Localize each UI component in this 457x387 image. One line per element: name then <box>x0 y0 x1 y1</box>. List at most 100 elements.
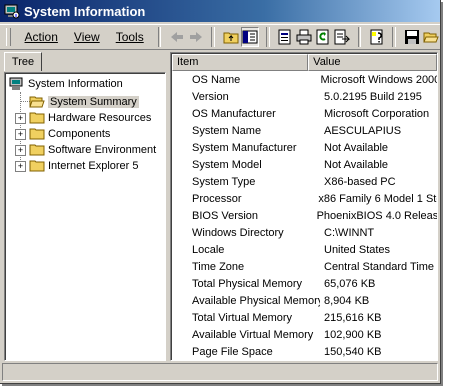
tree-item-internet-explorer[interactable]: + Internet Explorer 5 <box>15 158 139 174</box>
table-row[interactable]: Total Physical Memory 65,076 KB <box>172 276 437 293</box>
row-value: 150,540 KB <box>324 346 382 358</box>
properties-button[interactable] <box>277 27 294 47</box>
export-icon <box>334 29 351 45</box>
print-button[interactable] <box>296 27 313 47</box>
properties-icon <box>278 29 291 45</box>
toolbar-separator <box>392 27 397 47</box>
refresh-button[interactable] <box>315 27 332 47</box>
menu-tools[interactable]: Tools <box>108 30 152 44</box>
up-folder-button[interactable] <box>222 27 239 47</box>
open-button[interactable] <box>422 27 439 47</box>
row-value: Not Available <box>324 159 389 171</box>
table-row[interactable]: OS Manufacturer Microsoft Corporation <box>172 106 437 123</box>
folder-icon <box>29 143 45 157</box>
row-item: OS Manufacturer <box>192 108 276 120</box>
row-value: PhoenixBIOS 4.0 Release <box>316 210 437 222</box>
show-hide-tree-button[interactable] <box>241 27 260 47</box>
toolbar-grip[interactable] <box>6 28 11 46</box>
row-item: Page File Space <box>192 346 273 358</box>
status-bar <box>2 363 438 381</box>
row-item: Locale <box>192 244 225 256</box>
tree-pane[interactable]: System Information System Summary + Hard… <box>4 72 166 361</box>
table-row[interactable]: Time Zone Central Standard Time <box>172 259 437 276</box>
row-value: x86 Family 6 Model 1 Ste <box>318 193 437 205</box>
row-item: System Name <box>192 125 262 137</box>
menu-action[interactable]: Action <box>17 30 66 44</box>
menu-view-label: View <box>73 30 100 44</box>
folder-icon <box>29 159 45 173</box>
row-value: Not Available <box>324 142 389 154</box>
row-item: Processor <box>192 193 242 205</box>
table-row[interactable]: System Manufacturer Not Available <box>172 140 437 157</box>
pane-splitter[interactable] <box>165 52 169 361</box>
save-icon <box>404 30 419 44</box>
row-item: Time Zone <box>192 261 245 273</box>
expand-icon[interactable]: + <box>15 144 26 156</box>
forward-button[interactable] <box>187 27 204 47</box>
tree-item-components[interactable]: + Components <box>15 126 110 142</box>
row-item: Windows Directory <box>192 227 284 239</box>
folder-open-icon <box>29 95 45 109</box>
back-button[interactable] <box>168 27 185 47</box>
table-row[interactable]: System Type X86-based PC <box>172 174 437 191</box>
row-value: 8,904 KB <box>324 295 370 307</box>
row-item: System Manufacturer <box>192 142 297 154</box>
help-button[interactable] <box>368 27 385 47</box>
tab-tree[interactable]: Tree <box>4 52 42 71</box>
table-row[interactable]: Page File Space 150,540 KB <box>172 344 437 360</box>
tree-item-system-summary[interactable]: System Summary <box>29 94 139 110</box>
up-folder-icon <box>223 32 239 44</box>
column-header-item[interactable]: Item <box>172 54 309 71</box>
row-value: 65,076 KB <box>324 278 376 290</box>
row-value: 215,616 KB <box>324 312 382 324</box>
toolbar-separator <box>157 27 162 47</box>
table-row[interactable]: BIOS Version PhoenixBIOS 4.0 Release <box>172 208 437 225</box>
expand-icon[interactable]: + <box>15 160 26 172</box>
row-value: Central Standard Time <box>324 261 435 273</box>
expand-icon[interactable]: + <box>15 112 26 124</box>
tree-item-label: Hardware Resources <box>48 112 152 124</box>
row-value: United States <box>324 244 391 256</box>
toolbar-separator <box>357 27 362 47</box>
row-item: Available Physical Memory <box>192 295 320 307</box>
row-value: Microsoft Corporation <box>324 108 430 120</box>
row-value: 5.0.2195 Build 2195 <box>324 91 422 103</box>
system-information-window: System Information Action View Tools Tre… <box>0 0 441 384</box>
tree-item-label: Software Environment <box>48 144 157 156</box>
expand-icon[interactable]: + <box>15 128 26 140</box>
table-row[interactable]: System Name AESCULAPIUS <box>172 123 437 140</box>
export-button[interactable] <box>334 27 351 47</box>
table-row[interactable]: Total Virtual Memory 215,616 KB <box>172 310 437 327</box>
tree-item-label: Internet Explorer 5 <box>48 160 139 172</box>
row-item: Version <box>192 91 229 103</box>
details-list[interactable]: Item Value OS Name Microsoft Windows 2000… <box>170 52 438 361</box>
table-row[interactable]: System Model Not Available <box>172 157 437 174</box>
toolbar-separator <box>266 27 270 47</box>
column-header-value[interactable]: Value <box>308 54 437 71</box>
row-item: Total Physical Memory <box>192 278 303 290</box>
tree-node-root[interactable]: System Information <box>9 76 123 92</box>
toolbar-separator <box>211 27 216 47</box>
tree-item-software-environment[interactable]: + Software Environment <box>15 142 156 158</box>
title-bar[interactable]: System Information <box>0 0 440 22</box>
table-row[interactable]: OS Name Microsoft Windows 2000 <box>172 72 437 89</box>
table-row[interactable]: Available Physical Memory 8,904 KB <box>172 293 437 310</box>
table-row[interactable]: Locale United States <box>172 242 437 259</box>
tree-item-label: System Summary <box>48 96 139 108</box>
row-item: System Model <box>192 159 262 171</box>
table-row[interactable]: Version 5.0.2195 Build 2195 <box>172 89 437 106</box>
save-button[interactable] <box>403 27 420 47</box>
table-row[interactable]: Available Virtual Memory 102,900 KB <box>172 327 437 344</box>
table-row[interactable]: Processor x86 Family 6 Model 1 Ste <box>172 191 437 208</box>
tree-item-label: Components <box>48 128 111 140</box>
tree-item-hardware-resources[interactable]: + Hardware Resources <box>15 110 151 126</box>
row-item: BIOS Version <box>192 210 259 222</box>
table-row[interactable]: Windows Directory C:\WINNT <box>172 225 437 242</box>
folder-icon <box>29 111 45 125</box>
row-value: C:\WINNT <box>324 227 375 239</box>
open-icon <box>422 32 439 43</box>
menu-view[interactable]: View <box>66 30 108 44</box>
row-item: System Type <box>192 176 256 188</box>
list-header: Item Value <box>172 54 437 71</box>
window-title: System Information <box>24 3 146 19</box>
